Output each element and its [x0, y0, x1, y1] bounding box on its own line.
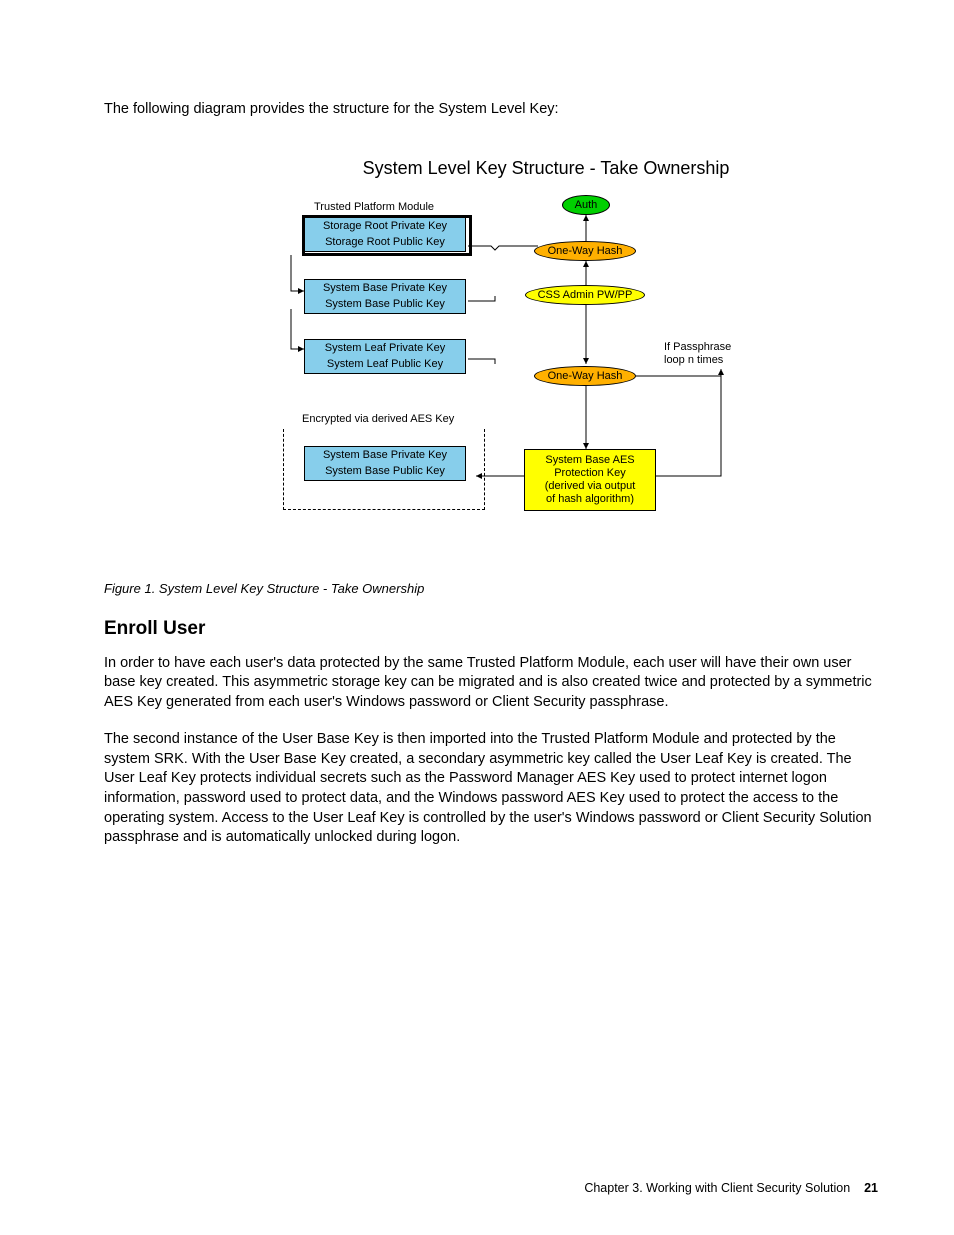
system-base-public-key: System Base Public Key — [304, 296, 466, 314]
page-number: 21 — [864, 1181, 878, 1195]
diagram: Trusted Platform Module Storage Root Pri… — [274, 201, 878, 561]
section-heading-enroll-user: Enroll User — [104, 618, 878, 640]
system-base-public-key-2: System Base Public Key — [304, 463, 466, 481]
paragraph-2: The second instance of the User Base Key… — [104, 730, 878, 847]
css-admin-pwpp: CSS Admin PW/PP — [525, 285, 645, 305]
figure-caption: Figure 1. System Level Key Structure - T… — [104, 581, 878, 596]
passphrase-loop-note: If Passphrase loop n times — [664, 341, 731, 367]
aes-encrypted-label: Encrypted via derived AES Key — [302, 413, 454, 425]
system-base-aes-protection-key: System Base AES Protection Key (derived … — [524, 449, 656, 512]
page-footer: Chapter 3. Working with Client Security … — [584, 1181, 878, 1195]
one-way-hash-2: One-Way Hash — [534, 366, 636, 386]
one-way-hash-1: One-Way Hash — [534, 241, 636, 261]
tpm-label: Trusted Platform Module — [314, 201, 434, 213]
srk-public-key: Storage Root Public Key — [304, 234, 466, 252]
auth-node: Auth — [562, 195, 610, 215]
paragraph-1: In order to have each user's data protec… — [104, 654, 878, 713]
diagram-title: System Level Key Structure - Take Owners… — [104, 158, 878, 179]
footer-chapter: Chapter 3. Working with Client Security … — [584, 1181, 850, 1195]
intro-text: The following diagram provides the struc… — [104, 100, 878, 120]
system-leaf-public-key: System Leaf Public Key — [304, 356, 466, 374]
